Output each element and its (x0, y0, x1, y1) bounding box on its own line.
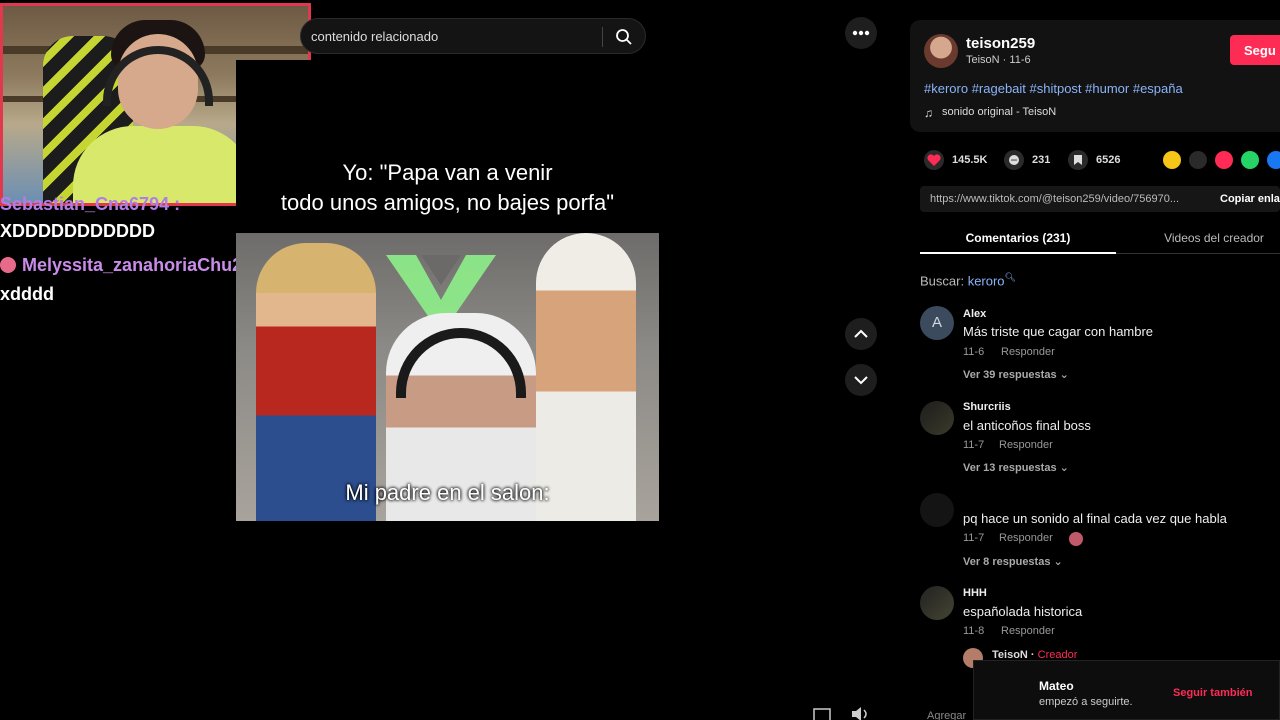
view-replies-button[interactable]: Ver 13 respuestas ⌄ (963, 461, 1069, 474)
bookmark-icon (1068, 150, 1088, 170)
video-player[interactable]: Yo: "Papa van a venir todo unos amigos, … (236, 60, 659, 720)
comment-text: españolada historica (963, 604, 1083, 619)
comment-avatar[interactable] (920, 493, 954, 527)
repost-icon[interactable] (1163, 151, 1181, 169)
comment-text: Más triste que cagar con hambre (963, 324, 1154, 339)
search-suggestion[interactable]: Buscar: keroro🔍︎ (920, 272, 1016, 288)
reply-button[interactable]: Responder (999, 439, 1053, 451)
more-icon (852, 30, 870, 36)
view-replies-button[interactable]: Ver 8 respuestas ⌄ (963, 555, 1063, 568)
send-icon[interactable] (1215, 151, 1233, 169)
save-count: 6526 (1096, 154, 1121, 166)
meme-caption-top: Yo: "Papa van a venir (342, 160, 553, 185)
add-comment-input[interactable]: Agregar (927, 710, 966, 720)
embed-icon[interactable] (1189, 151, 1207, 169)
comment-username[interactable]: HHH (963, 587, 987, 599)
comment-date: 11-6 (963, 346, 985, 358)
chat-username: Sebastian_Cna6794 : (0, 194, 181, 214)
next-video-button[interactable] (845, 364, 877, 396)
copy-link-button[interactable]: Copiar enla (1220, 193, 1280, 205)
creator-liked-icon (1069, 532, 1083, 546)
like-count: 145.5K (952, 154, 988, 166)
view-replies-button[interactable]: Ver 39 respuestas ⌄ (963, 368, 1069, 381)
heart-icon (924, 150, 944, 170)
notification-user: Mateo (1039, 679, 1074, 693)
reply-button[interactable]: Responder (1001, 625, 1055, 637)
tab-comments[interactable]: Comentarios (231) (920, 226, 1116, 254)
chat-username-text: Melyssita_zanahoriaChu25 : (22, 255, 264, 275)
reply-button[interactable]: Responder (1001, 346, 1055, 358)
chat-badge-icon (0, 257, 16, 273)
facebook-icon[interactable] (1267, 151, 1280, 169)
chevron-up-icon (854, 329, 868, 338)
reply-button[interactable]: Responder (999, 532, 1053, 544)
follow-button[interactable]: Segu (1230, 35, 1280, 65)
search-input[interactable]: contenido relacionado (311, 29, 438, 44)
comment-text: pq hace un sonido al final cada vez que … (963, 511, 1227, 526)
music-note-icon: ♫ (924, 106, 933, 120)
comment-username[interactable]: Shurcriis (963, 401, 1011, 413)
comment-icon (1004, 150, 1024, 170)
comment-avatar[interactable] (920, 586, 954, 620)
comment-avatar[interactable] (920, 401, 954, 435)
comment-date: 11-8 (963, 625, 985, 637)
video-frame: Mi padre en el salon: (236, 233, 659, 521)
link-box: https://www.tiktok.com/@teison259/video/… (920, 186, 1280, 212)
search-bar[interactable]: contenido relacionado (300, 18, 646, 54)
follow-back-button[interactable]: Seguir también (1173, 687, 1252, 699)
comment-count: 231 (1032, 154, 1051, 166)
author-name[interactable]: teison259 (966, 35, 1035, 52)
whatsapp-icon[interactable] (1241, 151, 1259, 169)
volume-icon[interactable] (850, 706, 872, 720)
meme-caption-bottom: Mi padre en el salon: (345, 480, 550, 505)
previous-video-button[interactable] (845, 318, 877, 350)
comment-date: 11-7 (963, 532, 985, 544)
details-panel: teison259 TeisoN · 11-6 Segu #keroro #ra… (896, 0, 1280, 720)
chat-username: Melyssita_zanahoriaChu25 : (0, 254, 263, 276)
meme-caption-top: todo unos amigos, no bajes porfa" (280, 190, 615, 215)
comment-username[interactable]: Alex (963, 308, 986, 320)
notification-message: empezó a seguirte. (1039, 696, 1133, 708)
expand-icon[interactable] (813, 708, 831, 720)
follow-notification: Mateo empezó a seguirte. Seguir también (973, 660, 1280, 720)
hashtags[interactable]: #keroro #ragebait #shitpost #humor #espa… (924, 81, 1183, 96)
comment-date: 11-7 (963, 439, 985, 451)
search-suggestion-term[interactable]: keroro (968, 273, 1005, 288)
more-options-button[interactable] (845, 17, 877, 49)
search-icon[interactable] (615, 28, 633, 46)
chat-message: XDDDDDDDDDDD (0, 221, 155, 241)
search-divider (602, 27, 603, 47)
author-avatar[interactable] (924, 34, 958, 68)
tab-creator-videos[interactable]: Videos del creador (1116, 226, 1280, 254)
author-subtitle: TeisoN · 11-6 (966, 54, 1031, 66)
music-label[interactable]: sonido original - TeisoN (942, 106, 1056, 118)
comment-avatar[interactable]: A (920, 306, 954, 340)
search-mini-icon: 🔍︎ (1004, 272, 1016, 282)
post-info-card: teison259 TeisoN · 11-6 Segu #keroro #ra… (910, 20, 1280, 132)
chat-message: xdddd (0, 284, 54, 304)
search-suggestion-label: Buscar: (920, 273, 968, 289)
video-link[interactable]: https://www.tiktok.com/@teison259/video/… (930, 193, 1179, 205)
chevron-down-icon (854, 376, 868, 385)
comment-text: el anticoños final boss (963, 418, 1091, 433)
